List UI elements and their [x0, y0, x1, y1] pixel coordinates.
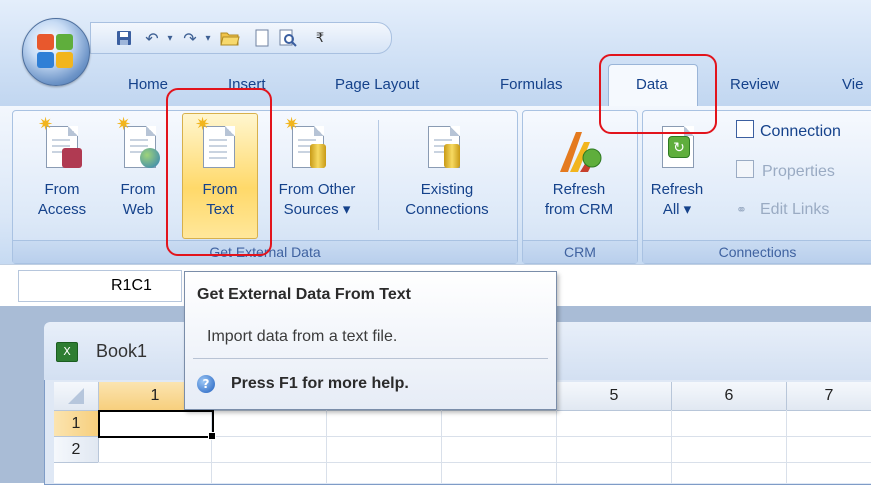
- globe-icon: [140, 148, 160, 168]
- screentip: Get External Data From Text Import data …: [184, 271, 557, 410]
- new-document-icon[interactable]: [251, 27, 273, 49]
- grid-line: [786, 410, 787, 483]
- refresh-all-label: Refresh All ▾: [650, 181, 704, 218]
- screentip-title: Get External Data From Text: [197, 286, 411, 303]
- name-box[interactable]: R1C1: [18, 270, 182, 302]
- screentip-body: Import data from a text file.: [207, 328, 398, 345]
- refresh-from-crm-label: Refresh from CRM: [544, 181, 614, 218]
- from-access-button[interactable]: ✷ From Access: [34, 114, 90, 236]
- open-folder-icon[interactable]: [219, 27, 241, 49]
- row-header[interactable]: 1: [54, 411, 99, 437]
- grid-line: [556, 410, 557, 483]
- database-icon: [310, 144, 326, 168]
- chain-link-icon: ⚭: [736, 202, 747, 217]
- save-icon[interactable]: [113, 27, 135, 49]
- tab-formulas[interactable]: Formulas: [500, 76, 563, 93]
- from-web-button[interactable]: ✷ From Web: [112, 114, 164, 236]
- column-header[interactable]: 6: [672, 382, 787, 411]
- from-other-sources-label: From Other Sources ▾: [278, 181, 356, 218]
- grid-line: [441, 410, 442, 483]
- group-title: CRM: [523, 240, 637, 263]
- excel-workbook-icon: X: [56, 342, 78, 362]
- quick-access-toolbar: ↶ ▾ ↷ ▾ ₹: [90, 22, 392, 54]
- annotation-from-text: [166, 88, 272, 256]
- tab-view[interactable]: Vie: [842, 76, 863, 93]
- office-button[interactable]: [22, 18, 90, 86]
- group-title: Connections: [643, 240, 871, 263]
- screentip-help-text: Press F1 for more help.: [231, 375, 409, 392]
- annotation-data-tab: [599, 54, 717, 134]
- grid-line: [98, 462, 871, 463]
- redo-dropdown-icon[interactable]: ▾: [197, 27, 219, 49]
- existing-connections-label: Existing Connections: [405, 181, 489, 218]
- access-key-icon: [62, 148, 82, 168]
- existing-connections-button[interactable]: Existing Connections: [386, 114, 508, 236]
- column-header[interactable]: 7: [787, 382, 871, 411]
- fill-handle[interactable]: [208, 432, 216, 440]
- undo-dropdown-icon[interactable]: ▾: [159, 27, 181, 49]
- print-preview-icon[interactable]: [277, 27, 299, 49]
- properties-icon: [736, 160, 754, 178]
- customize-qat-icon[interactable]: ₹: [309, 27, 331, 49]
- new-star-icon: ✷: [38, 114, 54, 134]
- from-other-sources-button[interactable]: ✷ From Other Sources ▾: [262, 114, 372, 236]
- crm-refresh-icon: [560, 132, 602, 172]
- select-all-corner[interactable]: [54, 382, 99, 411]
- properties-button[interactable]: Properties: [736, 160, 871, 184]
- screentip-divider: [193, 358, 548, 359]
- from-access-label: From Access: [37, 181, 87, 218]
- help-icon: ?: [197, 375, 215, 393]
- grid-line: [671, 410, 672, 483]
- tab-review[interactable]: Review: [730, 76, 779, 93]
- from-web-label: From Web: [120, 181, 156, 218]
- edit-links-button[interactable]: ⚭ Edit Links: [736, 198, 871, 222]
- new-star-icon: ✷: [116, 114, 132, 134]
- tab-page-layout[interactable]: Page Layout: [335, 76, 419, 93]
- connections-button[interactable]: Connection: [736, 120, 871, 144]
- active-cell[interactable]: [98, 410, 216, 440]
- tab-home[interactable]: Home: [128, 76, 168, 93]
- grid-line: [326, 410, 327, 483]
- database-icon: [444, 144, 460, 168]
- column-header[interactable]: 5: [557, 382, 672, 411]
- group-separator: [378, 120, 379, 230]
- new-star-icon: ✷: [284, 114, 300, 134]
- workbook-title: Book1: [96, 341, 148, 361]
- office-logo-icon: [37, 34, 75, 70]
- connections-icon: [736, 120, 754, 138]
- row-header[interactable]: 2: [54, 437, 99, 463]
- refresh-icon: ↻: [668, 136, 690, 158]
